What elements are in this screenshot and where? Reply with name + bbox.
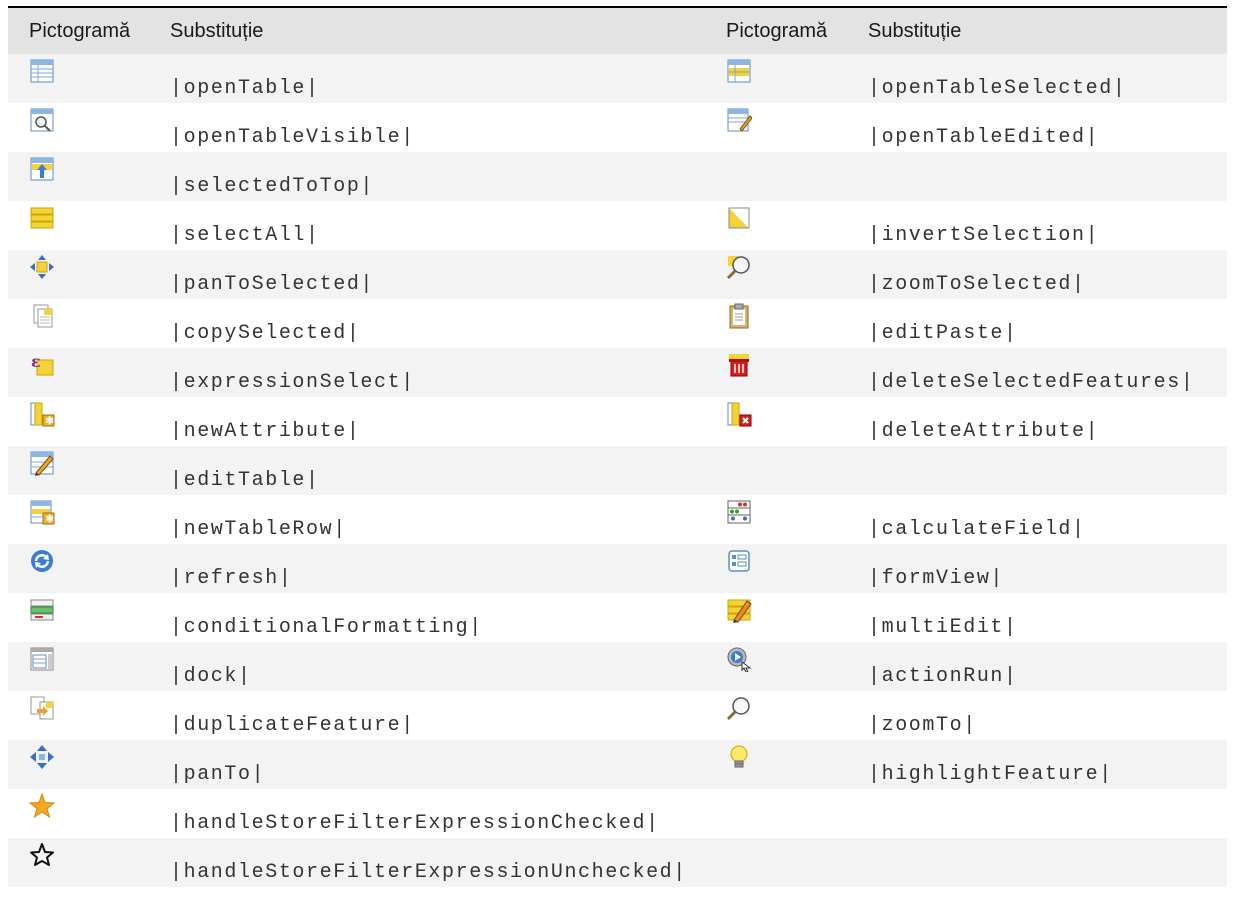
highlight-feature-icon (726, 744, 752, 770)
table-row: ε |expressionSelect| |deleteSelectedFeatur… (8, 348, 1227, 397)
multi-edit-icon (726, 597, 752, 623)
new-table-row-icon: ✱ (29, 499, 55, 525)
table-row: |copySelected| |editPaste| (8, 299, 1227, 348)
substitution-code: |copySelected| (170, 322, 361, 345)
substitution-code: |openTableSelected| (868, 77, 1127, 100)
substitution-code: |expressionSelect| (170, 371, 415, 394)
header-icon-col-1: Pictogramă (29, 20, 131, 42)
substitution-code: |multiEdit| (868, 616, 1018, 639)
edit-paste-icon (726, 303, 752, 329)
substitution-code: |handleStoreFilterExpressionUnchecked| (170, 861, 687, 884)
delete-attribute-icon (726, 401, 752, 427)
invert-selection-icon (726, 205, 752, 231)
table-row: |refresh| |formView| (8, 544, 1227, 593)
substitution-code: |duplicateFeature| (170, 714, 415, 737)
svg-text:✱: ✱ (46, 416, 55, 427)
action-run-icon (726, 646, 752, 672)
select-all-icon (29, 205, 55, 231)
substitution-code: |actionRun| (868, 665, 1018, 688)
edit-table-icon (29, 450, 55, 476)
table-row: |handleStoreFilterExpressionChecked| (8, 789, 1227, 838)
substitution-code: |editPaste| (868, 322, 1018, 345)
table-row: |handleStoreFilterExpressionUnchecked| (8, 838, 1227, 887)
open-table-icon (29, 58, 55, 84)
substitution-code: |deleteSelectedFeatures| (868, 371, 1195, 394)
table-row: |duplicateFeature| |zoomTo| (8, 691, 1227, 740)
substitution-code: |openTable| (170, 77, 320, 100)
star-outline-icon (29, 842, 55, 868)
svg-text:ε: ε (31, 352, 41, 371)
open-table-selected-icon (726, 58, 752, 84)
form-view-icon (726, 548, 752, 574)
substitution-code: |dock| (170, 665, 252, 688)
open-table-visible-icon (29, 107, 55, 133)
table-row: |panTo| |highlightFeature| (8, 740, 1227, 789)
table-row: |selectedToTop| (8, 152, 1227, 201)
refresh-icon (29, 548, 55, 574)
substitution-code: |selectAll| (170, 224, 320, 247)
substitution-code: |editTable| (170, 469, 320, 492)
substitution-code: |highlightFeature| (868, 763, 1113, 786)
svg-text:✱: ✱ (46, 514, 55, 525)
pan-to-icon (29, 744, 55, 770)
conditional-formatting-icon (29, 597, 55, 623)
substitution-code: |newTableRow| (170, 518, 347, 541)
header-substitution-col-2: Substituție (868, 20, 962, 42)
open-table-edited-icon (726, 107, 752, 133)
header-icon-col-2: Pictogramă (726, 20, 828, 42)
substitution-code: |conditionalFormatting| (170, 616, 483, 639)
substitution-code: |panToSelected| (170, 273, 375, 296)
substitution-code: |deleteAttribute| (868, 420, 1100, 443)
selected-to-top-icon (29, 156, 55, 182)
substitution-code: |openTableEdited| (868, 126, 1100, 149)
zoom-to-selected-icon (726, 254, 752, 280)
table-row: ✱ |newTableRow| |calculateField| (8, 495, 1227, 544)
substitution-code: |newAttribute| (170, 420, 361, 443)
star-filled-icon (29, 793, 55, 819)
table-row: |conditionalFormatting| |multiEdit| (8, 593, 1227, 642)
substitution-code: |formView| (868, 567, 1005, 590)
table-row: |panToSelected| |zoomToSelected| (8, 250, 1227, 299)
dock-icon (29, 646, 55, 672)
table-row: ✱ |newAttribute| |deleteAttribute| (8, 397, 1227, 446)
substitution-code: |calculateField| (868, 518, 1086, 541)
header-substitution-col-1: Substituție (170, 20, 264, 42)
table-header: Pictogramă Substituție Pictogramă Substi… (8, 8, 1227, 54)
substitution-code: |refresh| (170, 567, 293, 590)
table-row: |selectAll| |invertSelection| (8, 201, 1227, 250)
table-row: |editTable| (8, 446, 1227, 495)
duplicate-feature-icon (29, 695, 55, 721)
calculate-field-icon (726, 499, 752, 525)
substitution-code: |zoomTo| (868, 714, 977, 737)
zoom-to-icon (726, 695, 752, 721)
table-row: |dock| |actionRun| (8, 642, 1227, 691)
substitution-code: |openTableVisible| (170, 126, 415, 149)
substitution-code: |handleStoreFilterExpressionChecked| (170, 812, 660, 835)
expression-select-icon: ε (29, 352, 55, 378)
substitution-code: |panTo| (170, 763, 266, 786)
pan-to-selected-icon (29, 254, 55, 280)
substitution-code: |zoomToSelected| (868, 273, 1086, 296)
table-row: |openTable| |openTableSelected| (8, 54, 1227, 103)
substitution-code: |selectedToTop| (170, 175, 375, 198)
delete-selected-features-icon (726, 352, 752, 378)
table-row: |openTableVisible| |openTableEdited| (8, 103, 1227, 152)
substitution-code: |invertSelection| (868, 224, 1100, 247)
copy-selected-icon (29, 303, 55, 329)
new-attribute-icon: ✱ (29, 401, 55, 427)
